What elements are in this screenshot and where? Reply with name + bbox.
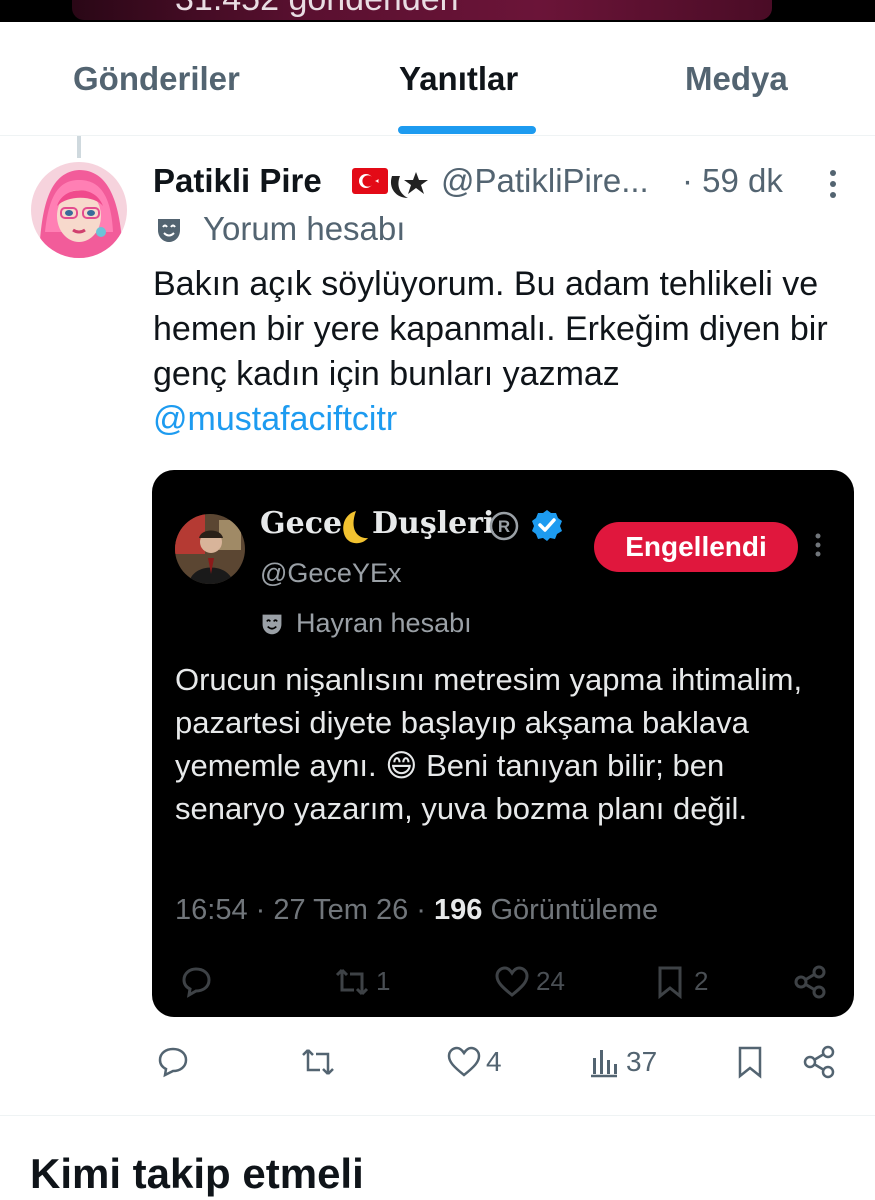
registered-icon: R [489, 511, 519, 541]
quoted-display-name[interactable]: Gece [260, 506, 342, 541]
quoted-more-icon[interactable] [814, 532, 822, 558]
retweet-icon [335, 968, 369, 996]
quoted-retweet-count: 1 [376, 966, 391, 996]
tweet-action-bar: 4 37 [0, 1040, 875, 1084]
thread-line [77, 136, 81, 158]
crescent-star-icon [390, 172, 428, 198]
quoted-display-name-rest[interactable]: Duşleri [372, 506, 494, 541]
blocked-badge[interactable]: Engellendi [594, 522, 798, 572]
more-options-icon[interactable] [826, 168, 840, 200]
quoted-view-count: 196 [434, 894, 483, 926]
tweet-text-body: Bakın açık söylüyorum. Bu adam tehlikeli… [153, 265, 828, 393]
display-name[interactable]: Patikli Pire [153, 162, 322, 200]
view-count: 37 [626, 1046, 658, 1077]
bookmark-icon [738, 1046, 762, 1079]
reply-icon [158, 1047, 188, 1078]
mention-link[interactable]: @mustafaciftcitr [153, 400, 397, 438]
share-icon [794, 965, 826, 999]
tab-media[interactable]: Medya [685, 60, 788, 98]
quoted-views-label: Görüntüleme [482, 894, 659, 926]
profile-header-strip: 31.452 gönderiden [0, 0, 875, 22]
retweet-icon [302, 1049, 334, 1075]
crescent-moon-icon [343, 511, 368, 544]
quoted-avatar-image [175, 514, 245, 584]
like-count: 4 [486, 1046, 502, 1077]
share-icon [803, 1045, 835, 1079]
theater-mask-icon [158, 219, 180, 242]
tab-replies[interactable]: Yanıtlar [399, 60, 518, 98]
quoted-handle[interactable]: @GeceYEx [260, 558, 401, 589]
tab-posts[interactable]: Gönderiler [73, 60, 240, 98]
quoted-bookmark-count: 2 [694, 966, 709, 996]
user-handle[interactable]: @PatikliPire... [441, 162, 649, 200]
analytics-icon [591, 1050, 617, 1078]
reply-icon [182, 967, 211, 998]
divider [0, 1115, 875, 1116]
quoted-time: 16:54 · 27 Tem 26 · [175, 894, 435, 926]
quoted-tweet-text: Orucun nişanlısını metresim yapma ihtima… [175, 662, 803, 826]
quoted-action-bar: 1 24 2 [152, 962, 854, 1002]
quoted-tweet[interactable]: Gece Duşleri R @GeceYEx Engellendi Hayra… [152, 470, 854, 1017]
avatar-image [31, 162, 127, 258]
avatar[interactable] [31, 162, 127, 258]
heart-icon [495, 966, 529, 997]
bookmark-icon [658, 966, 682, 1000]
section-title: Kimi takip etmeli [30, 1150, 364, 1197]
quoted-meta: 16:54 · 27 Tem 26 · 196 Görüntüleme [175, 894, 658, 927]
turkey-flag-icon [352, 168, 388, 194]
heart-icon [447, 1046, 481, 1077]
quoted-avatar[interactable] [175, 514, 245, 584]
post-count-text: 31.452 gönderiden [175, 0, 459, 19]
verified-badge-icon [532, 510, 562, 541]
tweet-text: Bakın açık söylüyorum. Bu adam tehlikeli… [153, 262, 853, 442]
quoted-like-count: 24 [536, 966, 565, 996]
profile-tabs: Gönderiler Yanıtlar Medya [0, 22, 875, 136]
svg-text:R: R [498, 517, 510, 536]
account-label-text: Yorum hesabı [203, 210, 406, 247]
active-tab-indicator [398, 126, 536, 134]
quoted-account-label-text: Hayran hesabı [296, 608, 472, 638]
post-time[interactable]: · 59 dk [682, 162, 783, 200]
theater-mask-icon [262, 614, 282, 635]
